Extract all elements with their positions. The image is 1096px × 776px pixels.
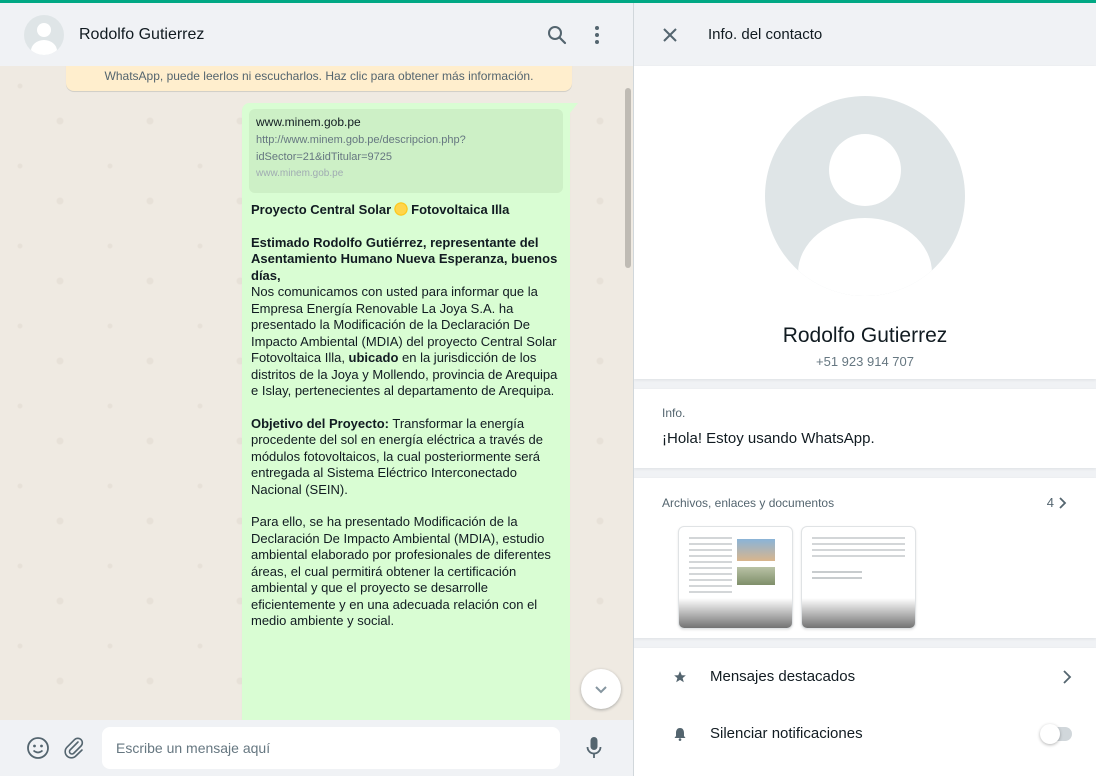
contact-info-pane: Info. del contacto Rodolfo Gutierrez +51… — [634, 3, 1096, 776]
info-title: Info. del contacto — [708, 26, 823, 43]
message-paragraph-3: Para ello, se ha presentado Modificación… — [251, 514, 551, 628]
chat-pane: Rodolfo Gutierrez WhatsApp, puede leerlo… — [0, 3, 634, 776]
mute-notifications-label: Silenciar notificaciones — [710, 725, 863, 742]
encryption-notice[interactable]: WhatsApp, puede leerlos ni escucharlos. … — [66, 66, 572, 91]
media-row[interactable]: Archivos, enlaces y documentos 4 — [662, 495, 1068, 510]
message-input[interactable] — [102, 727, 560, 769]
about-text: ¡Hola! Estoy usando WhatsApp. — [662, 430, 875, 447]
contact-avatar[interactable] — [24, 14, 64, 55]
link-preview[interactable]: www.minem.gob.pe http://www.minem.gob.pe… — [249, 109, 563, 193]
close-icon[interactable] — [658, 23, 682, 47]
profile-avatar[interactable] — [765, 96, 965, 296]
link-preview-title: www.minem.gob.pe — [256, 115, 361, 129]
profile-card: Rodolfo Gutierrez +51 923 914 707 — [634, 66, 1096, 379]
scroll-down-button[interactable] — [581, 669, 621, 709]
message-bubble[interactable]: www.minem.gob.pe http://www.minem.gob.pe… — [242, 103, 570, 720]
menu-dots-icon[interactable] — [577, 15, 617, 55]
message-composer — [0, 720, 633, 776]
message-heading-start: Proyecto Central Solar — [251, 202, 392, 217]
info-header: Info. del contacto — [634, 3, 1096, 66]
profile-name: Rodolfo Gutierrez — [782, 324, 948, 347]
link-preview-url: http://www.minem.gob.pe/descripcion.php?… — [256, 134, 466, 163]
chevron-right-icon — [1063, 669, 1072, 684]
message-objective-label: Objetivo del Proyecto: — [251, 415, 389, 431]
starred-messages-label: Mensajes destacados — [710, 668, 856, 685]
media-label: Archivos, enlaces y documentos — [662, 495, 835, 510]
document-thumbnail[interactable] — [678, 526, 793, 629]
mute-notifications-toggle[interactable] — [1040, 723, 1072, 744]
chat-contact-name[interactable]: Rodolfo Gutierrez — [79, 26, 537, 44]
link-preview-domain: www.minem.gob.pe — [256, 168, 344, 179]
star-icon — [670, 667, 690, 687]
mute-notifications-item[interactable]: Silenciar notificaciones — [634, 705, 1096, 762]
attach-clip-icon[interactable] — [56, 730, 92, 766]
message-heading-end: Fotovoltaica Illa — [411, 202, 510, 217]
media-thumbnails — [662, 526, 1068, 629]
bell-icon — [670, 724, 690, 744]
search-icon[interactable] — [537, 15, 577, 55]
microphone-icon[interactable] — [576, 730, 612, 766]
sun-emoji-icon — [393, 201, 410, 217]
document-thumbnail[interactable] — [801, 526, 916, 629]
about-card: Info. ¡Hola! Estoy usando WhatsApp. — [634, 389, 1096, 468]
chat-scrollbar[interactable] — [625, 88, 631, 268]
media-card: Archivos, enlaces y documentos 4 — [634, 478, 1096, 638]
starred-messages-item[interactable]: Mensajes destacados — [634, 648, 1096, 705]
bubble-tail — [570, 103, 578, 113]
settings-card: Mensajes destacados Silenciar notificaci… — [634, 648, 1096, 776]
chat-header[interactable]: Rodolfo Gutierrez — [0, 3, 633, 66]
message-greeting: Estimado Rodolfo Gutiérrez, representant… — [251, 234, 558, 283]
profile-phone: +51 923 914 707 — [816, 354, 914, 369]
chevron-down-icon — [595, 686, 607, 694]
message-paragraph-1-bold: ubicado — [348, 350, 399, 365]
message-text: Proyecto Central Solar Fotovoltaica Illa … — [249, 201, 563, 630]
chevron-right-icon — [1059, 496, 1067, 509]
media-count[interactable]: 4 — [1047, 495, 1068, 510]
emoji-icon[interactable] — [20, 730, 56, 766]
about-label: Info. — [662, 406, 686, 420]
chat-messages[interactable]: WhatsApp, puede leerlos ni escucharlos. … — [0, 66, 633, 720]
media-count-value: 4 — [1046, 495, 1054, 510]
